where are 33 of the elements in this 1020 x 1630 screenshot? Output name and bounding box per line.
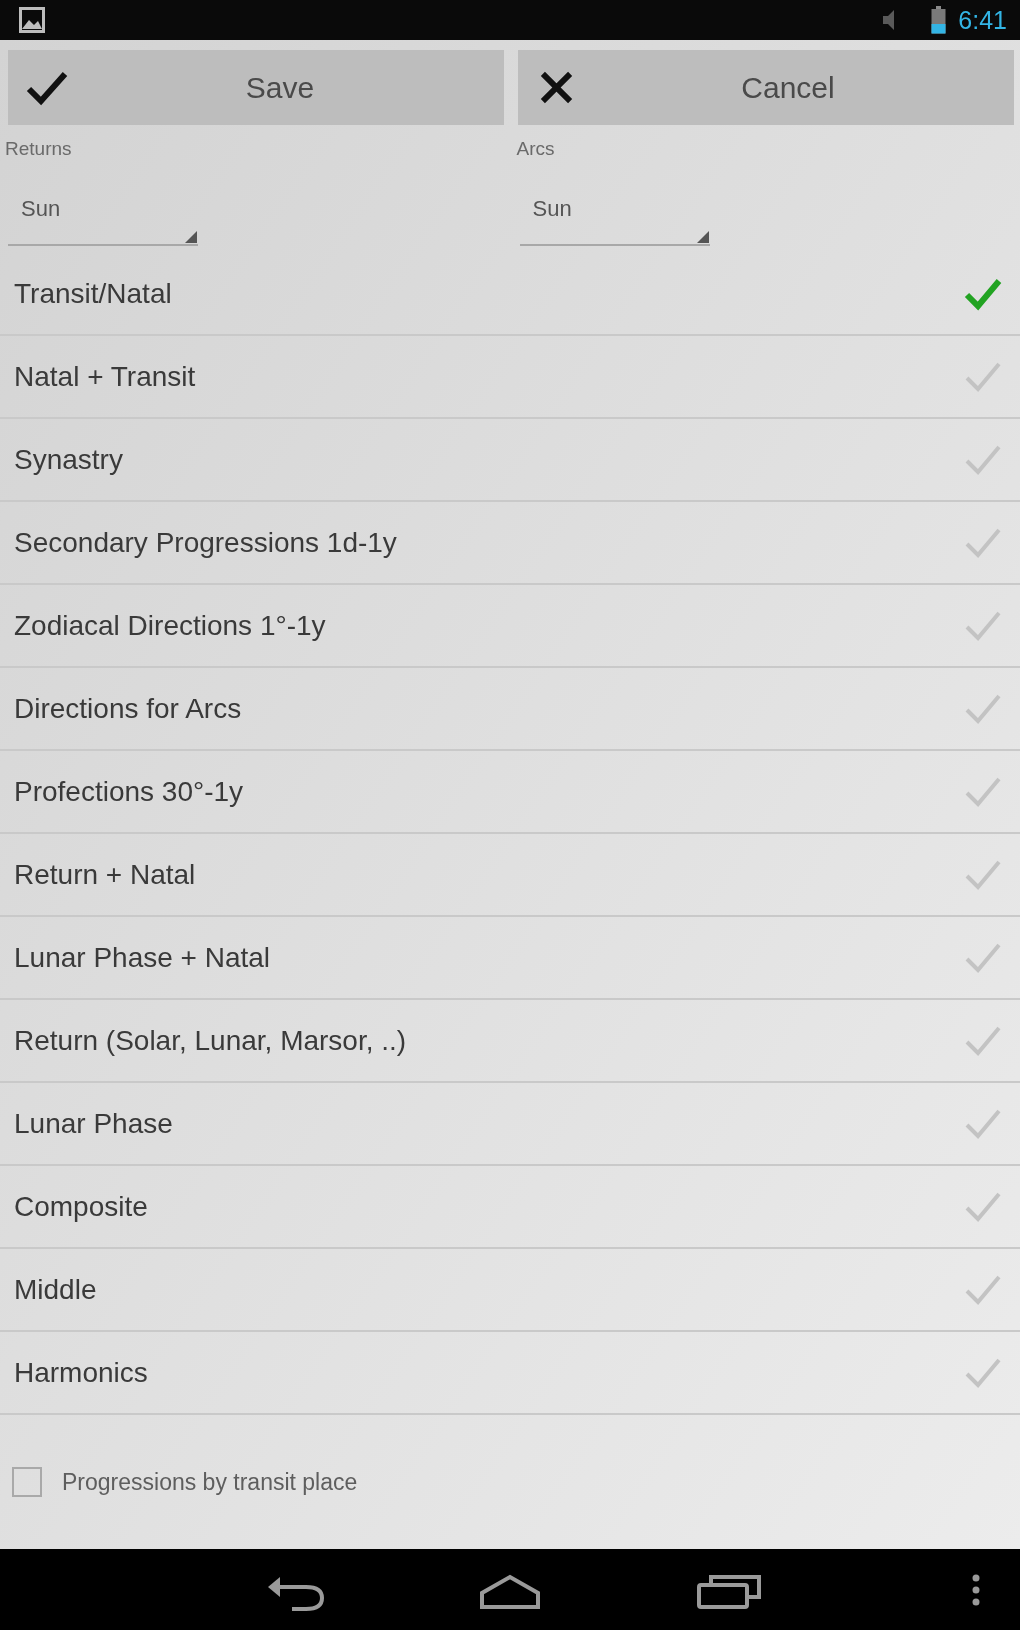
list-item[interactable]: Harmonics — [0, 1332, 1020, 1415]
check-icon — [26, 69, 68, 106]
picture-icon — [19, 7, 45, 33]
list-item[interactable]: Profections 30°-1y — [0, 751, 1020, 834]
dropdown-corner-icon — [696, 231, 709, 243]
close-icon — [539, 70, 574, 105]
list-item[interactable]: Middle — [0, 1249, 1020, 1332]
list-item[interactable]: Natal + Transit — [0, 336, 1020, 419]
menu-icon[interactable] — [972, 1574, 980, 1606]
dropdown[interactable]: Sun — [8, 160, 198, 246]
list-item[interactable]: Secondary Progressions 1d-1y — [0, 502, 1020, 585]
checkbox-label[interactable]: Progressions by transit place — [62, 1464, 358, 1500]
list-item[interactable]: Lunar Phase — [0, 1083, 1020, 1166]
back-icon[interactable] — [266, 1575, 326, 1611]
list-item[interactable]: Zodiacal Directions 1°-1y — [0, 585, 1020, 668]
dropdown[interactable]: Sun — [519, 160, 710, 246]
dropdown-corner-icon — [185, 231, 197, 243]
field-label: Arcs — [516, 138, 555, 160]
list-item[interactable]: Return + Natal — [0, 834, 1020, 917]
battery-icon — [931, 6, 947, 34]
list-item[interactable]: Composite — [0, 1166, 1020, 1249]
field-label: Returns — [5, 138, 72, 160]
list-item[interactable]: Directions for Arcs — [0, 668, 1020, 751]
list-item[interactable]: Lunar Phase + Natal — [0, 917, 1020, 1000]
status-time: 6:41 — [958, 6, 1007, 34]
list-item[interactable]: Synastry — [0, 419, 1020, 502]
save-button[interactable]: Save — [8, 50, 504, 125]
home-icon[interactable] — [478, 1573, 542, 1609]
recent-apps-icon[interactable] — [697, 1573, 761, 1609]
cancel-button[interactable]: Cancel — [518, 50, 1014, 125]
list-item[interactable]: Transit/Natal — [0, 253, 1020, 336]
checkbox[interactable] — [12, 1467, 42, 1497]
list-item[interactable]: Return (Solar, Lunar, Marsor, ..) — [0, 1000, 1020, 1083]
